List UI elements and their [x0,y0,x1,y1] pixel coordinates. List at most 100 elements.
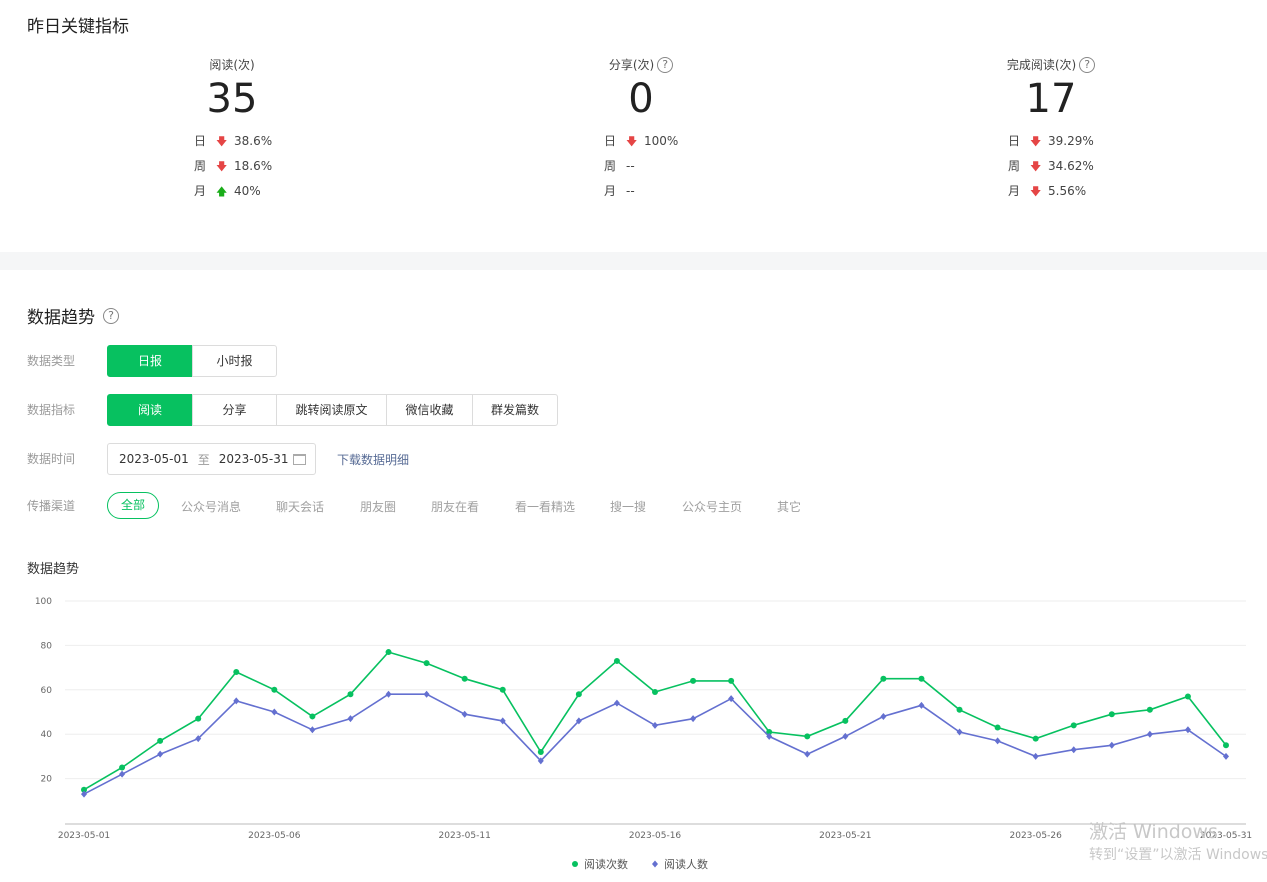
x-tick-label: 2023-05-26 [1010,831,1063,841]
x-tick-label: 2023-05-06 [248,831,301,841]
data-point [1070,746,1077,754]
data-point [1070,722,1077,729]
data-point [613,699,620,707]
channel-official-msg[interactable]: 公众号消息 [181,498,241,515]
data-point [309,713,316,720]
type-hourly-button[interactable]: 小时报 [192,345,277,377]
legend-label: 阅读次数 [584,857,628,871]
metric-value: 35 [206,76,258,122]
data-point [1108,741,1115,749]
x-tick-label: 2023-05-11 [439,831,491,841]
data-point [347,691,354,698]
data-point [652,721,658,729]
arrow-up-icon: 🡅 [216,185,228,198]
metric-row-day: 日 🡇 39.29% [1008,129,1126,154]
data-time-label: 数据时间 [27,452,76,466]
windows-watermark-sub: 转到“设置”以激活 Windows。 [1089,847,1267,863]
metric-read-button[interactable]: 阅读 [107,394,193,426]
data-point [157,737,164,744]
data-point [1146,730,1153,738]
y-tick-label: 20 [41,775,53,785]
channel-top-stories[interactable]: 看一看精选 [515,498,575,515]
arrow-down-icon: 🡇 [216,160,228,173]
data-point [1223,752,1229,760]
date-range-picker[interactable]: 2023-05-01 至 2023-05-31 [107,443,316,475]
metric-label: 完成阅读(次) [1006,58,1077,72]
arrow-down-icon: 🡇 [1030,160,1042,173]
type-daily-button[interactable]: 日报 [107,345,193,377]
arrow-down-icon: 🡇 [626,135,638,148]
series-line [83,693,1227,795]
metric-complete-read: 完成阅读(次)? 17 日 🡇 39.29% 周 🡇 34.62% 月 🡇 5.56% [976,56,1126,204]
data-metric-toggle: 阅读 分享 跳转阅读原文 微信收藏 群发篇数 [107,394,558,426]
series-line [83,651,1227,791]
data-point [461,675,468,682]
metric-share: 分享(次)? 0 日 🡇 100% 周 -- 月 -- [566,56,716,204]
date-separator: 至 [197,452,210,467]
data-metric-label: 数据指标 [27,403,76,417]
data-point [537,748,544,755]
data-point [423,690,430,698]
metric-row-month: 月 -- [604,184,635,198]
channel-search[interactable]: 搜一搜 [610,498,646,515]
metric-row-day: 日 🡇 38.6% [194,129,307,154]
data-point [994,737,1001,745]
key-metrics-title: 昨日关键指标 [27,17,129,37]
help-icon[interactable]: ? [1079,57,1096,73]
metric-row-week: 周 🡇 18.6% [194,154,307,179]
data-point [461,710,468,718]
legend-marker [572,861,578,867]
metric-share-button[interactable]: 分享 [192,394,277,426]
data-point [423,660,430,667]
data-point [119,770,126,778]
data-point [1032,752,1039,760]
help-icon[interactable]: ? [657,57,674,73]
channel-all[interactable]: 全部 [107,492,160,519]
y-tick-label: 80 [41,641,53,651]
metric-read: 阅读(次) 35 日 🡇 38.6% 周 🡇 18.6% 月 🡅 40% [157,56,307,204]
metric-row-day: 日 🡇 100% [604,129,716,154]
windows-watermark: 激活 Windows [1089,821,1218,843]
metric-favorite-button[interactable]: 微信收藏 [386,394,473,426]
data-type-label: 数据类型 [27,354,76,368]
data-point [918,675,925,682]
help-icon[interactable]: ? [103,307,119,324]
data-point [918,701,925,709]
data-point [652,689,658,696]
data-point [1223,742,1229,749]
metric-row-week: 周 -- [604,159,635,173]
channel-moments[interactable]: 朋友圈 [360,498,396,515]
metric-posts-button[interactable]: 群发篇数 [472,394,558,426]
download-detail-link[interactable]: 下载数据明细 [337,451,409,468]
trend-section-title: 数据趋势 ? [27,303,119,328]
data-point [271,708,278,716]
calendar-icon[interactable] [293,454,306,465]
data-point [385,690,392,698]
data-point [575,691,582,698]
date-start: 2023-05-01 [119,452,189,466]
channel-profile[interactable]: 公众号主页 [682,498,742,515]
arrow-down-icon: 🡇 [216,135,228,148]
data-point [233,669,240,676]
data-point [119,764,126,771]
legend-marker [652,860,658,868]
data-point [690,677,697,684]
arrow-down-icon: 🡇 [1030,135,1042,148]
data-point [157,750,164,758]
data-point [1032,735,1039,742]
channel-other[interactable]: 其它 [777,498,801,515]
y-tick-label: 40 [41,730,53,740]
data-point [690,715,697,723]
metric-row-month: 月 🡇 5.56% [1008,179,1126,204]
data-point [309,726,316,734]
data-point [271,686,278,693]
data-type-toggle: 日报 小时报 [107,345,277,377]
metric-row-week: 周 🡇 34.62% [1008,154,1126,179]
channel-chat[interactable]: 聊天会话 [276,498,324,515]
metric-jump-original-button[interactable]: 跳转阅读原文 [276,394,387,426]
data-point [842,717,849,724]
channel-friends-watching[interactable]: 朋友在看 [431,498,479,515]
data-point [956,706,963,713]
data-point [994,724,1001,731]
metric-value: 17 [1025,76,1077,122]
